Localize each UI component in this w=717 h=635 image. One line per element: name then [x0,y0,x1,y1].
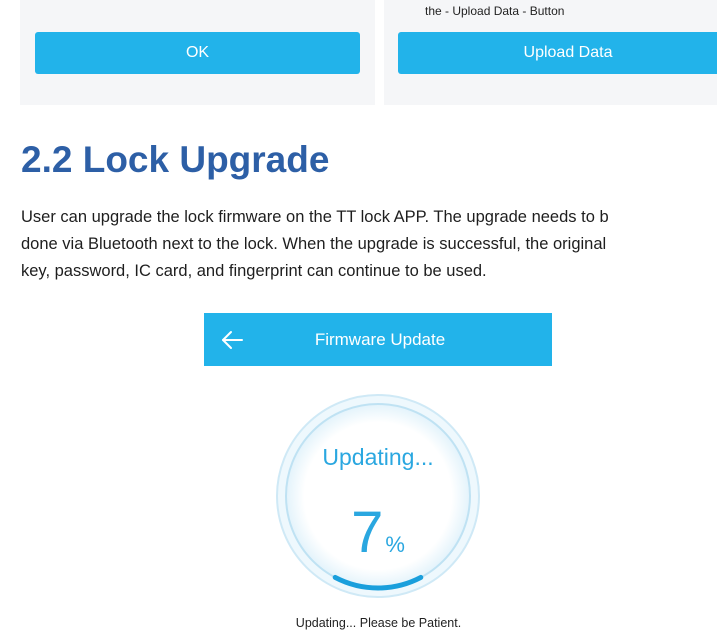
progress-value: 7 [351,500,384,565]
left-panel: OK [20,0,375,105]
paragraph-line: done via Bluetooth next to the lock. Whe… [21,235,607,253]
patience-note: Updating... Please be Patient. [295,616,462,630]
progress-percent: 7% [273,499,483,566]
firmware-update-header: Firmware Update [204,313,552,366]
progress-ring: Updating... 7% [273,389,483,604]
section-paragraph: User can upgrade the lock firmware on th… [21,204,717,285]
paragraph-line: User can upgrade the lock firmware on th… [21,208,609,226]
document-page: OK the - Upload Data - Button Upload Dat… [0,0,717,635]
upload-data-button[interactable]: Upload Data [398,32,717,74]
firmware-update-title: Firmware Update [314,330,446,349]
upload-note: the - Upload Data - Button [425,4,565,18]
right-panel: the - Upload Data - Button Upload Data [384,0,717,105]
updating-status: Updating... [322,444,434,470]
section-heading: 2.2 Lock Upgrade [21,139,330,180]
paragraph-line: key, password, IC card, and fingerprint … [21,262,487,280]
ok-button[interactable]: OK [35,32,360,74]
progress-unit: % [385,532,405,557]
